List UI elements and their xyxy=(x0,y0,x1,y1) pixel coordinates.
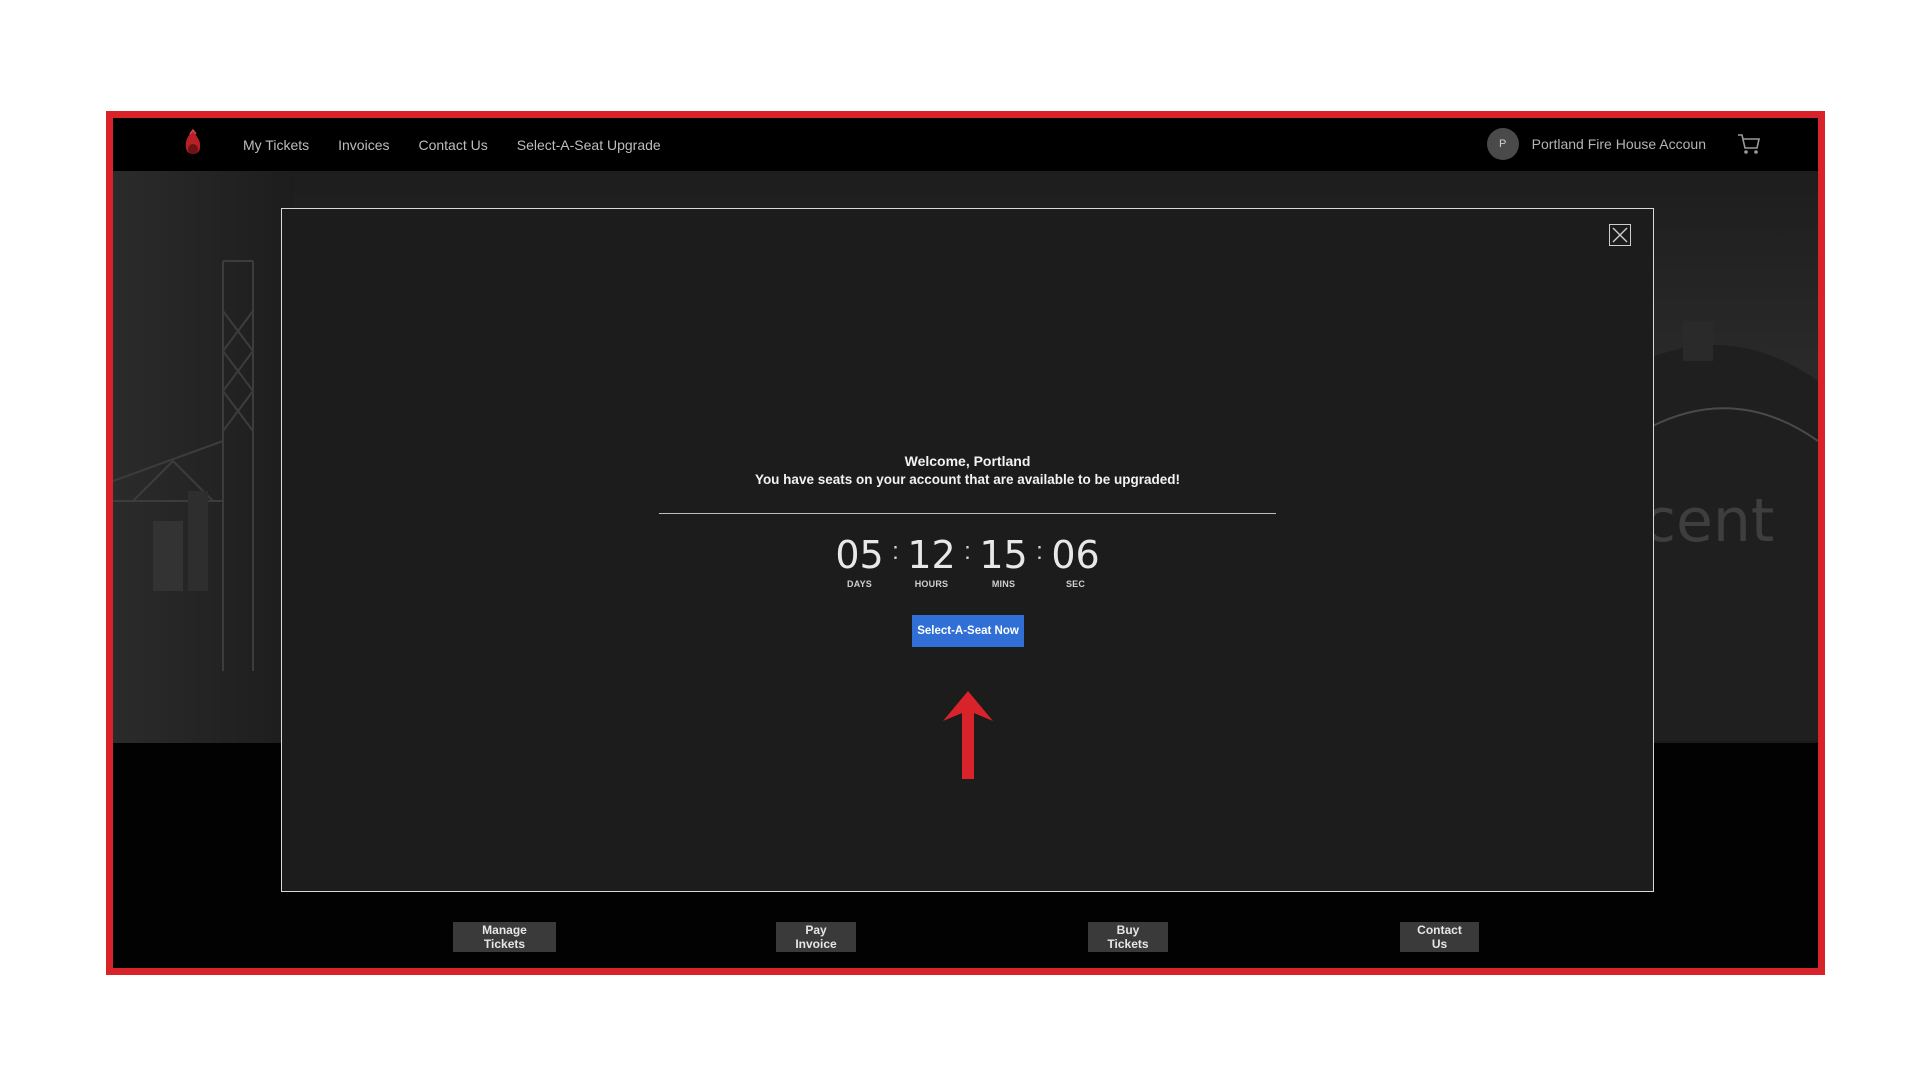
countdown-mins-value: 15 xyxy=(979,533,1028,577)
account-name[interactable]: Portland Fire House Accoun xyxy=(1532,136,1706,152)
nav-contact-us[interactable]: Contact Us xyxy=(418,137,487,153)
countdown-sec: 06 SEC xyxy=(1048,535,1104,589)
bridge-silhouette-image xyxy=(113,260,254,671)
countdown-days-label: DAYS xyxy=(847,579,872,589)
countdown-mins-label: MINS xyxy=(991,579,1016,589)
countdown-days: 05 DAYS xyxy=(832,535,888,589)
countdown-sec-label: SEC xyxy=(1065,579,1086,589)
buy-tickets-button[interactable]: Buy Tickets xyxy=(1088,922,1168,952)
divider xyxy=(659,513,1276,514)
app-frame: cent My Tickets Invoices Contact Us Sele… xyxy=(106,111,1825,975)
close-icon xyxy=(1612,227,1628,243)
nav-invoices[interactable]: Invoices xyxy=(338,137,389,153)
account-menu[interactable]: P Portland Fire House Accoun xyxy=(1486,127,1706,161)
countdown-separator: : xyxy=(1036,538,1043,565)
countdown-days-value: 05 xyxy=(835,533,884,577)
countdown-separator: : xyxy=(892,538,899,565)
upgrade-modal: Welcome, Portland You have seats on your… xyxy=(281,208,1654,892)
shopping-cart-icon[interactable] xyxy=(1736,131,1762,157)
countdown-hours: 12 HOURS xyxy=(904,535,960,589)
svg-text:cent: cent xyxy=(1643,486,1774,556)
nav-links: My Tickets Invoices Contact Us Select-A-… xyxy=(243,118,690,171)
arena-building-image: cent xyxy=(1643,321,1818,741)
select-a-seat-now-button[interactable]: Select-A-Seat Now xyxy=(912,615,1024,647)
avatar[interactable]: P xyxy=(1486,128,1519,160)
countdown-separator: : xyxy=(964,538,971,565)
top-navbar: My Tickets Invoices Contact Us Select-A-… xyxy=(113,118,1818,171)
nav-select-a-seat-upgrade[interactable]: Select-A-Seat Upgrade xyxy=(517,137,661,153)
flame-logo-icon[interactable] xyxy=(180,128,206,162)
modal-close-button[interactable] xyxy=(1609,224,1631,246)
countdown-sec-value: 06 xyxy=(1051,533,1100,577)
countdown-hours-value: 12 xyxy=(907,533,956,577)
welcome-text: Welcome, Portland xyxy=(904,453,1031,469)
arrow-up-icon xyxy=(943,691,993,779)
countdown-timer: 05 DAYS : 12 HOURS : 15 MINS : 06 SEC xyxy=(282,535,1653,589)
contact-us-button[interactable]: Contact Us xyxy=(1400,922,1479,952)
upgrade-message: You have seats on your account that are … xyxy=(754,472,1181,487)
countdown-mins: 15 MINS xyxy=(976,535,1032,589)
manage-tickets-button[interactable]: Manage Tickets xyxy=(453,922,556,952)
countdown-hours-label: HOURS xyxy=(914,579,949,589)
pay-invoice-button[interactable]: Pay Invoice xyxy=(776,922,856,952)
nav-my-tickets[interactable]: My Tickets xyxy=(243,137,309,153)
